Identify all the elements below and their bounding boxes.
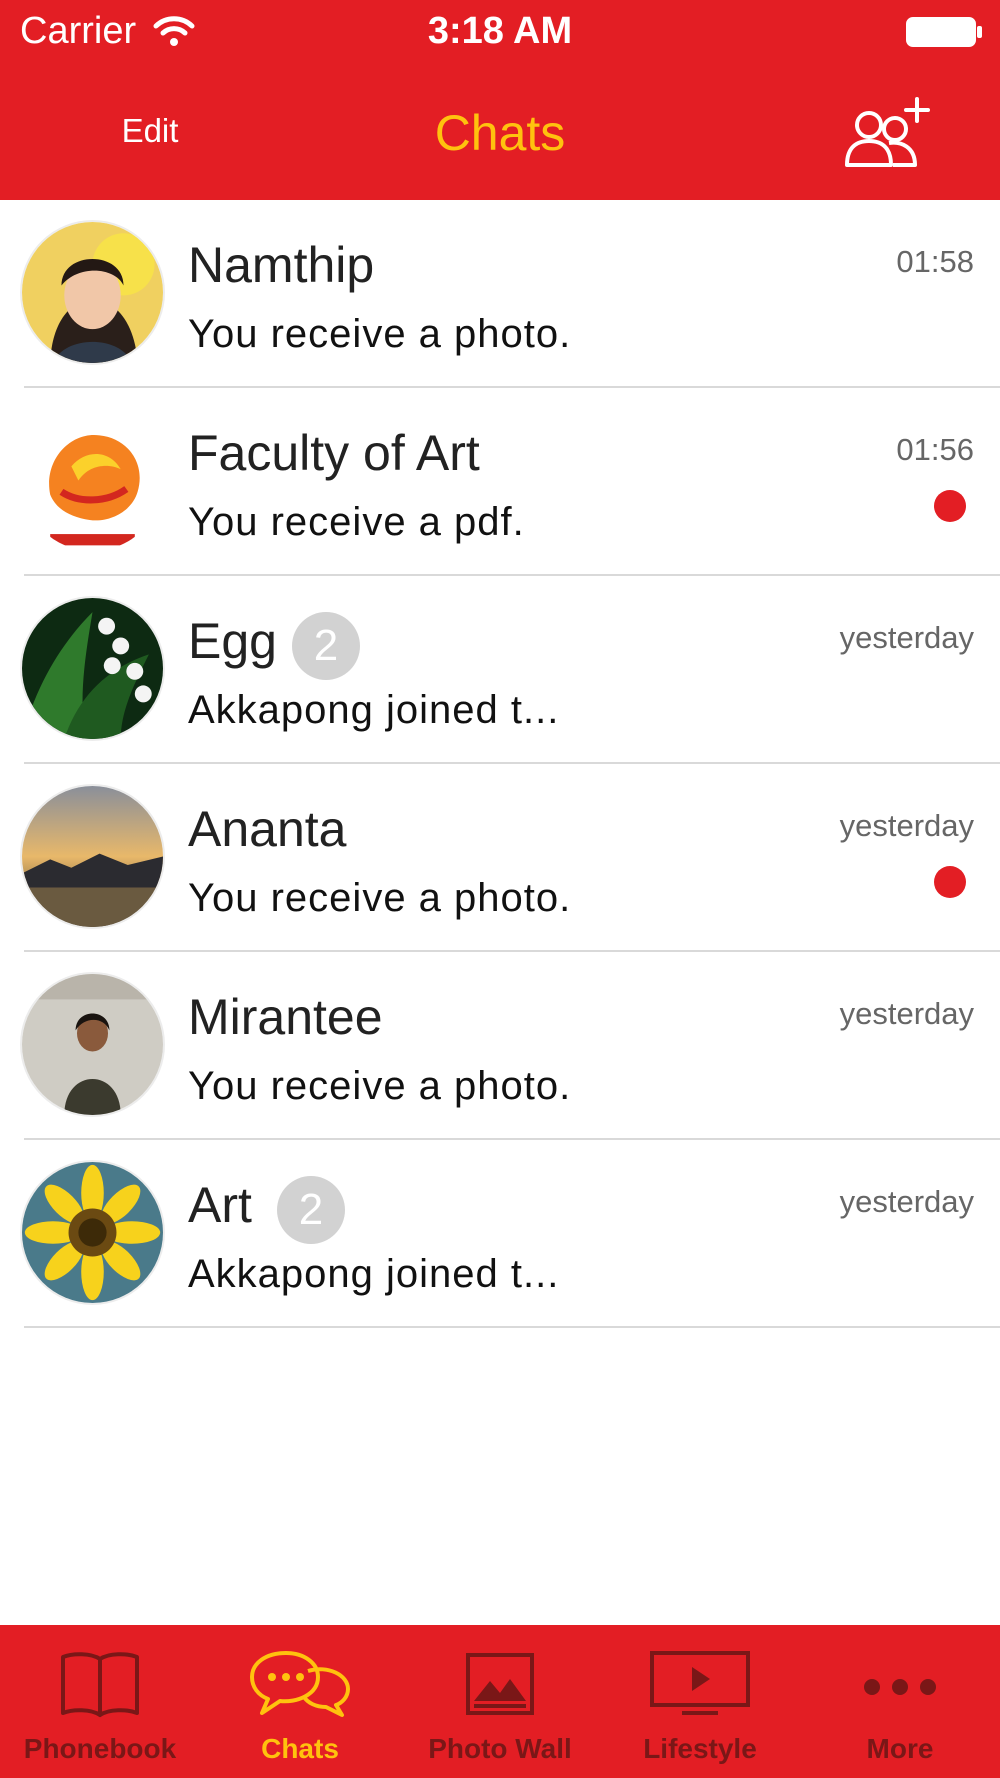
chat-row-ananta[interactable]: Ananta You receive a photo. yesterday: [0, 764, 1000, 952]
more-dots-icon: [864, 1679, 936, 1695]
avatar: [20, 972, 165, 1117]
chat-row-egg[interactable]: Egg 2 Akkapong joined t... yesterday: [0, 576, 1000, 764]
chat-time: yesterday: [839, 1184, 974, 1219]
chat-preview: You receive a photo.: [188, 1064, 572, 1108]
chat-bubbles-icon: [250, 1651, 350, 1717]
chat-name: Art: [188, 1177, 252, 1233]
tab-phonebook[interactable]: Phonebook: [0, 1625, 200, 1778]
tab-chats[interactable]: Chats: [200, 1625, 400, 1778]
chat-time: yesterday: [839, 996, 974, 1031]
tab-label: Phonebook: [23, 1733, 177, 1764]
chat-preview: Akkapong joined t...: [188, 1252, 560, 1296]
avatar: [20, 596, 165, 741]
chat-row-namthip[interactable]: Namthip You receive a photo. 01:58: [0, 200, 1000, 388]
unread-count-badge: 2: [292, 612, 360, 680]
page-title: Chats: [434, 105, 566, 161]
status-time: 3:18 AM: [427, 10, 573, 52]
chat-preview: Akkapong joined t...: [188, 688, 560, 732]
status-bar: Carrier 3:18 AM: [0, 0, 1000, 64]
chat-name: Egg: [188, 613, 277, 669]
unread-dot: [934, 490, 966, 522]
tab-label: Chats: [261, 1733, 339, 1764]
video-icon: [650, 1651, 750, 1715]
chat-preview: You receive a photo.: [188, 876, 572, 920]
chat-preview: You receive a pdf.: [188, 500, 525, 544]
add-contact-icon[interactable]: [843, 95, 933, 171]
unread-count-badge: 2: [277, 1176, 345, 1244]
chat-preview: You receive a photo.: [188, 312, 572, 356]
chat-name: Mirantee: [188, 989, 383, 1045]
avatar: [20, 408, 165, 553]
edit-button[interactable]: Edit: [110, 112, 190, 150]
chat-row-faculty-of-art[interactable]: Faculty of Art You receive a pdf. 01:56: [0, 388, 1000, 576]
avatar: [20, 1160, 165, 1305]
chat-row-art[interactable]: Art 2 Akkapong joined t... yesterday: [0, 1140, 1000, 1328]
tab-photo-wall[interactable]: Photo Wall: [400, 1625, 600, 1778]
battery-icon: [906, 17, 982, 47]
photo-icon: [466, 1653, 534, 1715]
chat-name: Ananta: [188, 801, 347, 857]
chat-row-mirantee[interactable]: Mirantee You receive a photo. yesterday: [0, 952, 1000, 1140]
chat-time: yesterday: [839, 808, 974, 843]
chat-time: 01:58: [896, 244, 974, 279]
avatar: [20, 784, 165, 929]
top-bar: Carrier 3:18 AM Edit Chats: [0, 0, 1000, 200]
tab-label: Lifestyle: [643, 1733, 757, 1764]
book-icon: [61, 1652, 139, 1717]
row-divider: [24, 1326, 1000, 1328]
tab-lifestyle[interactable]: Lifestyle: [600, 1625, 800, 1778]
chat-name: Faculty of Art: [188, 425, 480, 481]
tab-label: Photo Wall: [428, 1733, 572, 1764]
chat-time: yesterday: [839, 620, 974, 655]
tab-bar: Phonebook Chats Photo Wall Lifestyle Mor…: [0, 1625, 1000, 1778]
tab-label: More: [866, 1733, 934, 1764]
chat-name: Namthip: [188, 237, 375, 293]
tab-more[interactable]: More: [800, 1625, 1000, 1778]
unread-dot: [934, 866, 966, 898]
chat-time: 01:56: [896, 432, 974, 467]
avatar: [20, 220, 165, 365]
